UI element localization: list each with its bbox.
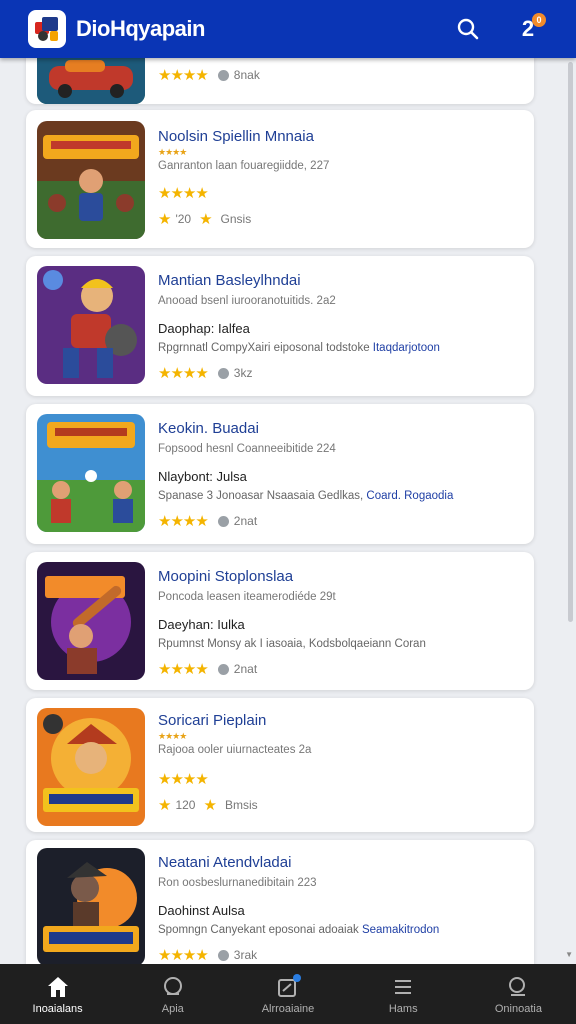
- update-indicator: [293, 973, 301, 982]
- download-icon: [217, 663, 229, 675]
- scroll-down-arrow[interactable]: ▼: [565, 950, 573, 959]
- app-card[interactable]: ★★★★ 8nak: [26, 58, 534, 104]
- app-description: Rpumnst Monsy ak I iasoaia, Kodsbolqaeia…: [158, 638, 426, 650]
- app-thumbnail[interactable]: [37, 848, 145, 964]
- app-meta: Poncoda leasen iteamerodiéde 29t: [158, 591, 336, 603]
- star-rating: ★★★★: [158, 661, 209, 678]
- nav-label: Alrroaiaine: [261, 1002, 315, 1015]
- nav-label: Oninoatia: [494, 1002, 542, 1015]
- app-thumbnail[interactable]: [37, 414, 145, 532]
- star-rating: ★★★★: [158, 947, 209, 964]
- star-rating: ★★★★: [158, 185, 209, 202]
- app-meta: Ganranton laan fouaregiidde, 227: [158, 160, 330, 172]
- download-count: 2nat: [233, 662, 258, 676]
- app-title: DioHqyapain: [76, 16, 205, 41]
- app-meta: Ron oosbeslurnanedibitain 223: [158, 877, 317, 889]
- star-rating: ★★★★: [158, 67, 209, 84]
- app-tag: Daeyhan: Iulka: [158, 617, 245, 632]
- notifications-button[interactable]: 2 0: [508, 9, 548, 49]
- nav-item-home[interactable]: Inoaialans: [0, 964, 115, 1024]
- app-meta: Fopsood hesnl Coanneeibitide 224: [158, 443, 336, 455]
- download-icon: [217, 515, 229, 527]
- app-card[interactable]: Soricari Pieplain ★★★★ Rajooa ooler uiur…: [26, 698, 534, 832]
- app-name[interactable]: Mantian Basleylhndai: [158, 272, 524, 289]
- nav-label: Apia: [161, 1002, 184, 1015]
- app-name[interactable]: Soricari Pieplain: [158, 712, 524, 729]
- star-rating: ★★★★: [158, 513, 209, 530]
- app-meta: Rajooa ooler uiurnacteates 2a: [158, 744, 312, 756]
- app-tag: Nlaybont: Julsa: [158, 469, 247, 484]
- nav-item-menu[interactable]: Hams: [346, 964, 461, 1024]
- app-card[interactable]: Moopini Stoplonslaa Poncoda leasen iteam…: [26, 552, 534, 690]
- app-link[interactable]: Coard. Rogaodia: [366, 490, 453, 502]
- star-rating: ★★★★: [158, 771, 209, 788]
- rating-count: '20: [175, 212, 192, 226]
- menu-icon: [395, 979, 412, 994]
- app-name[interactable]: Neatani Atendvladai: [158, 854, 524, 871]
- download-icon: [217, 367, 229, 379]
- app-card[interactable]: Noolsin Spiellin Mnnaia ★★★★ Ganranton l…: [26, 110, 534, 248]
- app-tag: Daohinst Aulsa: [158, 903, 245, 918]
- app-tag: Daophap: Ialfea: [158, 321, 250, 336]
- app-name[interactable]: Noolsin Spiellin Mnnaia: [158, 128, 524, 145]
- nav-item-search[interactable]: Oninoatia: [461, 964, 576, 1024]
- download-icon: [217, 949, 229, 961]
- small-star-rating: ★★★★: [158, 731, 187, 741]
- app-name[interactable]: Moopini Stoplonslaa: [158, 568, 524, 585]
- download-count: 8nak: [233, 68, 260, 82]
- app-description: Spomngn Canyekant eposonai adoaiak Seama…: [158, 924, 440, 936]
- app-list[interactable]: ★★★★ 8nak Noolsin Spiellin Mnnaia ★★★★ G…: [0, 58, 566, 964]
- app-thumbnail[interactable]: [37, 708, 145, 826]
- bottom-navigation: Inoaialans Apia Alrroaiaine Hams Oninoat…: [0, 964, 576, 1024]
- nav-item-apps[interactable]: Apia: [115, 964, 230, 1024]
- rating-label: Bmsis: [224, 798, 258, 812]
- star-rating: ★★★★: [158, 365, 209, 382]
- app-link[interactable]: Seamakitrodon: [362, 924, 439, 936]
- download-count: 3kz: [233, 366, 253, 380]
- app-link[interactable]: Itaqdarjotoon: [373, 342, 440, 354]
- apps-icon: [163, 976, 182, 995]
- app-card[interactable]: Mantian Basleylhndai Anooad bsenl iuroor…: [26, 256, 534, 396]
- app-thumbnail[interactable]: [37, 58, 145, 104]
- home-icon: [47, 976, 68, 997]
- app-name[interactable]: Keokin. Buadai: [158, 420, 524, 437]
- scrollbar[interactable]: [568, 62, 573, 622]
- app-thumbnail[interactable]: [37, 121, 145, 239]
- app-description: Rpgrnnatl CompyXairi eiposonal todstoke …: [158, 342, 440, 354]
- app-card[interactable]: Keokin. Buadai Fopsood hesnl Coanneeibit…: [26, 404, 534, 544]
- search-button[interactable]: [448, 9, 488, 49]
- top-app-bar: DioHqyapain 2 0: [0, 0, 576, 58]
- search-icon: [457, 18, 479, 40]
- app-thumbnail[interactable]: [37, 266, 145, 384]
- nav-item-updates[interactable]: Alrroaiaine: [230, 964, 345, 1024]
- app-logo[interactable]: [28, 10, 66, 48]
- download-count: 2nat: [233, 514, 258, 528]
- app-thumbnail[interactable]: [37, 562, 145, 680]
- nav-label: Inoaialans: [32, 1002, 83, 1015]
- small-star-rating: ★★★★: [158, 147, 187, 157]
- app-meta: Anooad bsenl iurooranotuitids. 2a2: [158, 295, 336, 307]
- nav-label: Hams: [388, 1002, 418, 1015]
- search-icon: [509, 976, 526, 996]
- rating-count: 120: [175, 798, 196, 812]
- download-count: 3rak: [233, 948, 258, 962]
- notification-badge: 0: [532, 13, 546, 27]
- app-card[interactable]: Neatani Atendvladai Ron oosbeslurnanedib…: [26, 840, 534, 964]
- rating-label: Gnsis: [220, 212, 252, 226]
- download-icon: [217, 69, 229, 81]
- app-description: Spanase 3 Jonoasar Nsaasaia Gedlkas, Coa…: [158, 490, 454, 502]
